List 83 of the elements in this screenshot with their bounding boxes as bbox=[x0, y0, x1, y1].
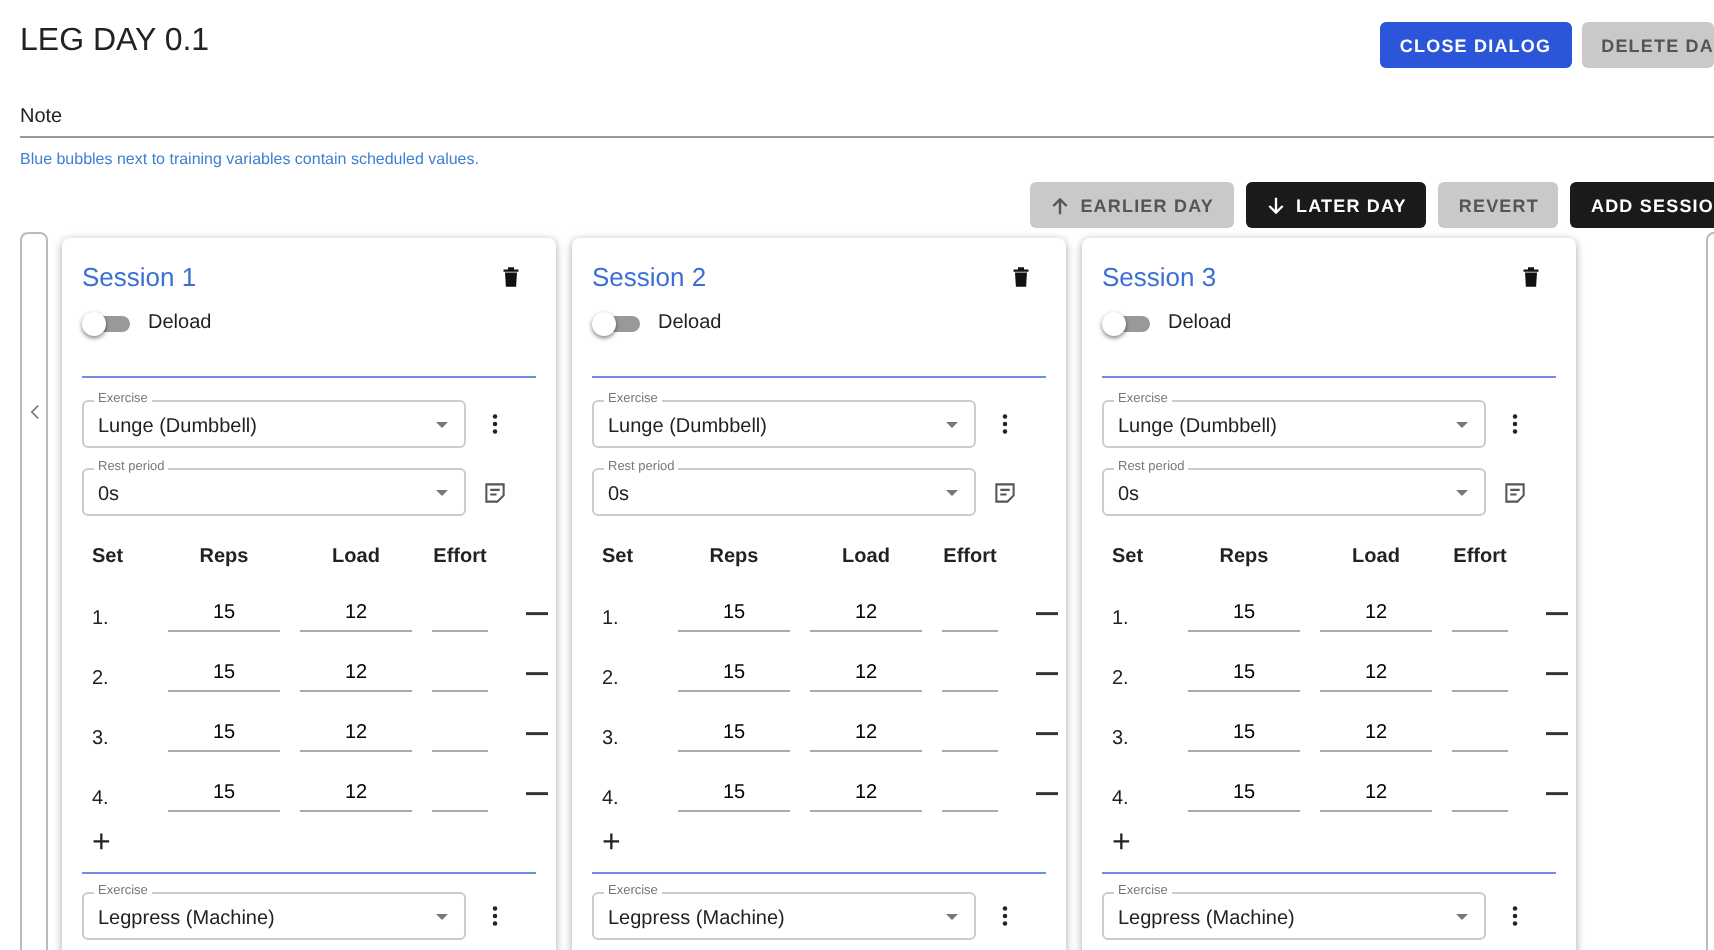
deload-toggle[interactable] bbox=[86, 315, 130, 331]
load-field[interactable]: 12 bbox=[810, 662, 922, 692]
load-field[interactable]: 12 bbox=[1320, 662, 1432, 692]
column-header: Load bbox=[330, 546, 382, 568]
reps-field[interactable]: 15 bbox=[1188, 662, 1300, 692]
reps-field[interactable]: 15 bbox=[1188, 782, 1300, 812]
reps-field[interactable]: 15 bbox=[168, 722, 280, 752]
session-title: Session 2 bbox=[592, 262, 707, 292]
trash-icon[interactable] bbox=[502, 266, 520, 288]
set-number: 3. bbox=[92, 728, 111, 754]
column-header: Set bbox=[92, 546, 126, 568]
reps-field[interactable]: 15 bbox=[168, 602, 280, 632]
column-header: Effort bbox=[1452, 546, 1508, 568]
add-set-button[interactable]: + bbox=[92, 828, 111, 860]
deload-toggle[interactable] bbox=[596, 315, 640, 331]
load-field[interactable]: 12 bbox=[300, 722, 412, 752]
add-set-button[interactable]: + bbox=[602, 828, 621, 860]
more-icon[interactable] bbox=[1002, 412, 1008, 436]
set-number: 1. bbox=[1112, 608, 1131, 634]
dialog-button[interactable]: DELETE DA bbox=[1581, 22, 1714, 68]
more-icon[interactable] bbox=[492, 904, 498, 928]
reps-field[interactable]: 15 bbox=[678, 602, 790, 632]
toolbar-button[interactable]: REVERT bbox=[1438, 182, 1559, 228]
reps-field[interactable]: 15 bbox=[678, 782, 790, 812]
load-field[interactable]: 12 bbox=[810, 602, 922, 632]
set-number: 1. bbox=[602, 608, 621, 634]
trash-icon[interactable] bbox=[1522, 266, 1540, 288]
dialog-button[interactable]: CLOSE DIALOG bbox=[1379, 22, 1572, 68]
set-number: 2. bbox=[602, 668, 621, 694]
trash-icon[interactable] bbox=[1012, 266, 1030, 288]
column-header: Load bbox=[1350, 546, 1402, 568]
column-header: Reps bbox=[1217, 546, 1271, 568]
set-number: 4. bbox=[602, 788, 621, 814]
chevron-left-icon bbox=[29, 404, 39, 420]
load-field[interactable]: 12 bbox=[300, 662, 412, 692]
set-number: 1. bbox=[92, 608, 111, 634]
load-field[interactable]: 12 bbox=[810, 722, 922, 752]
load-field[interactable]: 12 bbox=[300, 782, 412, 812]
column-header: Effort bbox=[942, 546, 998, 568]
note-icon[interactable] bbox=[994, 481, 1016, 503]
note-icon[interactable] bbox=[1504, 481, 1526, 503]
set-number: 3. bbox=[1112, 728, 1131, 754]
note-icon[interactable] bbox=[484, 481, 506, 503]
load-field[interactable]: 12 bbox=[1320, 782, 1432, 812]
reps-field[interactable]: 15 bbox=[168, 782, 280, 812]
more-icon[interactable] bbox=[492, 412, 498, 436]
reps-field[interactable]: 15 bbox=[678, 662, 790, 692]
reps-field[interactable]: 15 bbox=[1188, 602, 1300, 632]
set-number: 2. bbox=[92, 668, 111, 694]
hint-text: Blue bubbles next to training variables contain scheduled values. bbox=[20, 150, 481, 168]
reps-field[interactable]: 15 bbox=[678, 722, 790, 752]
load-field[interactable]: 12 bbox=[1320, 602, 1432, 632]
reps-field[interactable]: 15 bbox=[168, 662, 280, 692]
column-header: Reps bbox=[707, 546, 761, 568]
deload-label: Deload bbox=[658, 312, 722, 334]
set-number: 4. bbox=[1112, 788, 1131, 814]
more-icon[interactable] bbox=[1002, 904, 1008, 928]
add-set-button[interactable]: + bbox=[1112, 828, 1131, 860]
arrow-up-icon bbox=[1050, 195, 1071, 215]
column-header: Load bbox=[840, 546, 892, 568]
more-icon[interactable] bbox=[1512, 412, 1518, 436]
column-header: Effort bbox=[432, 546, 488, 568]
deload-toggle[interactable] bbox=[1106, 315, 1150, 331]
set-number: 2. bbox=[1112, 668, 1131, 694]
toolbar-button[interactable]: EARLIER DAY bbox=[1030, 182, 1234, 228]
column-header: Reps bbox=[197, 546, 251, 568]
column-header: Set bbox=[1112, 546, 1146, 568]
arrow-down-icon bbox=[1265, 195, 1286, 215]
reps-field[interactable]: 15 bbox=[1188, 722, 1300, 752]
session-title: Session 3 bbox=[1102, 262, 1217, 292]
load-field[interactable]: 12 bbox=[810, 782, 922, 812]
more-icon[interactable] bbox=[1512, 904, 1518, 928]
set-number: 3. bbox=[602, 728, 621, 754]
dialog-title: LEG DAY 0.1 bbox=[20, 24, 210, 60]
column-header: Set bbox=[602, 546, 636, 568]
session-title: Session 1 bbox=[82, 262, 197, 292]
toolbar-button[interactable]: LATER DAY bbox=[1245, 182, 1427, 228]
load-field[interactable]: 12 bbox=[1320, 722, 1432, 752]
toolbar-button[interactable]: ADD SESSIO bbox=[1570, 182, 1714, 228]
deload-label: Deload bbox=[148, 312, 212, 334]
set-number: 4. bbox=[92, 788, 111, 814]
deload-label: Deload bbox=[1168, 312, 1232, 334]
load-field[interactable]: 12 bbox=[300, 602, 412, 632]
